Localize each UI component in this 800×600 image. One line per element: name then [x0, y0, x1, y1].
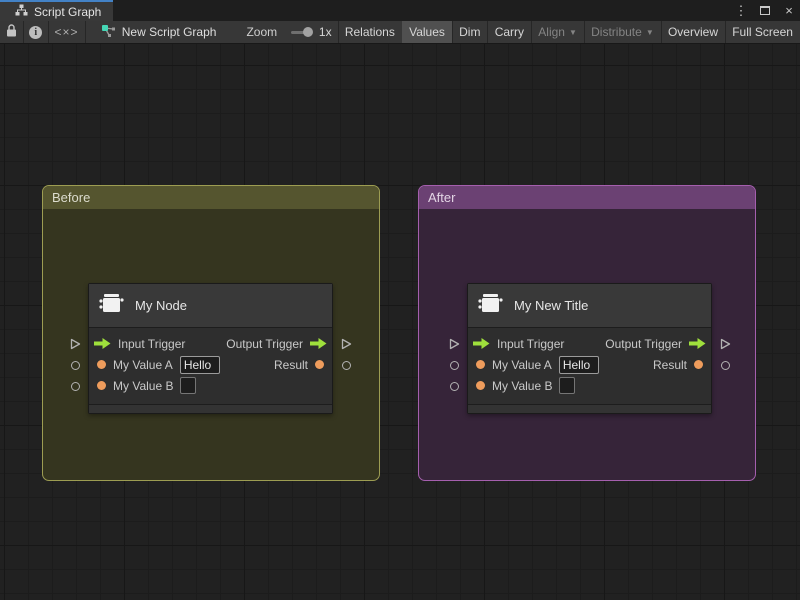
unit-icon — [478, 292, 503, 320]
node-footer — [468, 404, 711, 413]
node-body: Input Trigger Output Trigger My Value A … — [89, 328, 332, 396]
value-b-input[interactable] — [180, 377, 197, 394]
external-flow-out-port[interactable] — [719, 338, 731, 350]
toolbar: i <×> New Script Graph Zoom 1x Relations… — [0, 21, 800, 44]
group-after-label: After — [428, 190, 456, 205]
external-flow-in-port[interactable] — [448, 338, 460, 350]
value-a-input[interactable] — [558, 355, 599, 374]
chevron-down-icon: ▼ — [645, 27, 654, 37]
node-header[interactable]: My New Title — [468, 284, 711, 328]
value-b-input[interactable] — [559, 377, 576, 394]
node-body: Input Trigger Output Trigger My Value A … — [468, 328, 711, 396]
value-a-label: My Value A — [113, 357, 173, 372]
graph-node-icon — [101, 24, 116, 41]
output-trigger-label: Output Trigger — [226, 336, 303, 351]
input-trigger-label: Input Trigger — [497, 336, 565, 351]
menu-dots-icon[interactable]: ⋮ — [734, 3, 748, 19]
external-flow-out-port[interactable] — [340, 338, 352, 350]
node-my-new-title[interactable]: My New Title Input Trigger Output Trigge… — [449, 283, 730, 414]
relations-toggle[interactable]: Relations — [338, 21, 402, 43]
info-button[interactable]: i — [23, 21, 48, 43]
node-footer — [89, 404, 332, 413]
value-port-icon[interactable] — [97, 381, 106, 390]
zoom-label: Zoom — [246, 25, 278, 39]
value-port-icon[interactable] — [97, 360, 106, 369]
distribute-label: Distribute — [591, 25, 642, 39]
result-label: Result — [273, 357, 308, 372]
graph-asset-name: New Script Graph — [121, 25, 217, 39]
value-a-row: My Value A Result — [468, 354, 711, 375]
group-after-header[interactable]: After — [419, 186, 755, 209]
node-title: My Node — [135, 298, 188, 313]
node-my-node[interactable]: My Node Input Trigger Output Trigger My … — [70, 283, 351, 414]
flow-in-arrow-icon[interactable] — [473, 338, 490, 349]
value-b-row: My Value B — [89, 375, 332, 396]
dim-toggle[interactable]: Dim — [452, 21, 487, 43]
external-value-port[interactable] — [69, 380, 81, 392]
carry-toggle[interactable]: Carry — [488, 21, 531, 43]
chevron-down-icon: ▼ — [568, 27, 577, 37]
empty-reference-label: <×> — [54, 25, 79, 39]
external-value-port[interactable] — [448, 359, 460, 371]
zoom-slider-knob[interactable] — [302, 27, 313, 37]
value-a-row: My Value A Result — [89, 354, 332, 375]
group-before-header[interactable]: Before — [43, 186, 379, 209]
external-result-port[interactable] — [340, 359, 352, 371]
overview-button[interactable]: Overview — [661, 21, 725, 43]
value-b-label: My Value B — [492, 378, 553, 393]
result-label: Result — [652, 357, 687, 372]
trigger-row: Input Trigger Output Trigger — [89, 333, 332, 354]
value-b-label: My Value B — [113, 378, 174, 393]
fullscreen-button[interactable]: Full Screen — [725, 21, 800, 43]
lock-button[interactable] — [0, 21, 23, 43]
value-b-row: My Value B — [468, 375, 711, 396]
external-result-port[interactable] — [719, 359, 731, 371]
value-port-icon[interactable] — [476, 381, 485, 390]
value-a-label: My Value A — [492, 357, 552, 372]
graph-asset-button[interactable]: New Script Graph — [95, 21, 223, 43]
distribute-dropdown: Distribute ▼ — [584, 21, 661, 43]
graph-hierarchy-icon — [15, 4, 28, 19]
input-trigger-label: Input Trigger — [118, 336, 186, 351]
zoom-slider[interactable] — [291, 27, 313, 37]
titlebar: Script Graph ⋮ × — [0, 0, 800, 21]
flow-in-arrow-icon[interactable] — [94, 338, 111, 349]
node-title: My New Title — [514, 298, 589, 313]
external-flow-in-port[interactable] — [69, 338, 81, 350]
unit-icon — [99, 292, 124, 320]
value-a-input[interactable] — [179, 355, 220, 374]
flow-out-arrow-icon[interactable] — [310, 338, 327, 349]
align-label: Align — [538, 25, 565, 39]
tab-label: Script Graph — [34, 4, 102, 19]
align-dropdown: Align ▼ — [531, 21, 584, 43]
result-port-icon[interactable] — [694, 360, 703, 369]
group-before-label: Before — [52, 190, 91, 205]
result-port-icon[interactable] — [315, 360, 324, 369]
output-trigger-label: Output Trigger — [605, 336, 682, 351]
script-graph-window: Script Graph ⋮ × i <×> New Script Graph … — [0, 0, 800, 600]
tab-script-graph[interactable]: Script Graph — [0, 0, 113, 21]
external-value-port[interactable] — [69, 359, 81, 371]
trigger-row: Input Trigger Output Trigger — [468, 333, 711, 354]
lock-icon — [6, 24, 17, 40]
maximize-icon[interactable] — [758, 3, 772, 18]
node-header[interactable]: My Node — [89, 284, 332, 328]
info-icon: i — [29, 25, 43, 39]
window-controls: ⋮ × — [734, 0, 796, 21]
zoom-value: 1x — [318, 25, 332, 39]
empty-reference-button[interactable]: <×> — [48, 21, 84, 43]
external-value-port[interactable] — [448, 380, 460, 392]
value-port-icon[interactable] — [476, 360, 485, 369]
graph-canvas[interactable]: Before After My Node Input Trigger Outpu… — [0, 44, 800, 600]
close-icon[interactable]: × — [782, 3, 796, 18]
values-toggle[interactable]: Values — [402, 21, 452, 43]
flow-out-arrow-icon[interactable] — [689, 338, 706, 349]
